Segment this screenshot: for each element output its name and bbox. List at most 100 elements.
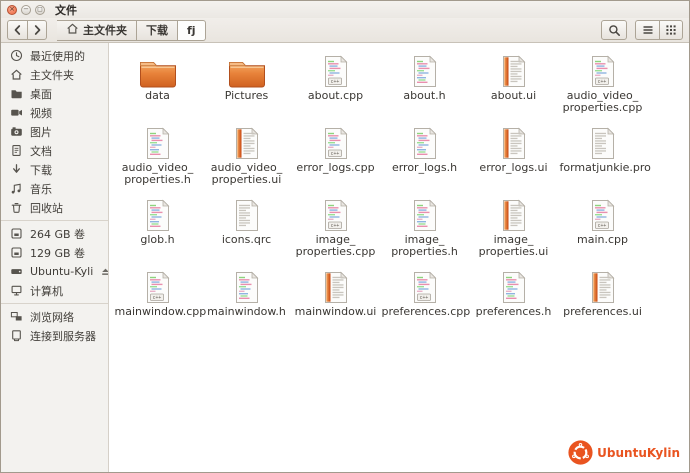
ui-icon (501, 120, 527, 160)
back-button[interactable] (7, 20, 27, 40)
volume-icon (10, 246, 23, 259)
sidebar-item-label: 129 GB 卷 (30, 245, 85, 261)
file-item[interactable]: audio_​video_​properties.ui (202, 120, 291, 186)
file-name: preferences.h (476, 306, 552, 318)
server-icon (10, 329, 23, 342)
navigation-buttons (7, 20, 47, 40)
sidebar-item[interactable]: 视频 (1, 103, 108, 122)
view-toggle-group (635, 20, 683, 40)
desktop-folder-icon (10, 87, 23, 100)
home-icon (10, 68, 23, 81)
ubuntu-circle-of-friends-icon (568, 440, 593, 465)
file-name: audio_​video_​properties.ui (204, 162, 290, 186)
toolbar: 主文件夹 下载 fj (1, 18, 689, 43)
file-item[interactable]: mainwindow.ui (291, 264, 380, 318)
file-item[interactable]: glob.h (113, 192, 202, 258)
file-item[interactable]: preferences.ui (558, 264, 647, 318)
ui-icon (501, 192, 527, 232)
file-item[interactable]: Pictures (202, 48, 291, 114)
file-item[interactable]: audio_​video_​properties.h (113, 120, 202, 186)
close-window-button[interactable]: × (7, 5, 17, 15)
file-name: glob.h (140, 234, 174, 246)
forward-button[interactable] (27, 20, 47, 40)
file-item[interactable]: mainwindow.h (202, 264, 291, 318)
breadcrumb-button[interactable]: 主文件夹 (57, 20, 137, 41)
sidebar-item[interactable]: 浏览网络 (1, 307, 108, 326)
sidebar-item[interactable]: 129 GB 卷 (1, 243, 108, 262)
file-item[interactable]: preferences.h (469, 264, 558, 318)
sidebar-item[interactable]: 文档 (1, 141, 108, 160)
search-button[interactable] (601, 20, 627, 40)
file-name: data (145, 90, 170, 102)
sidebar-item[interactable]: 连接到服务器 (1, 326, 108, 345)
network-icon (10, 310, 23, 323)
file-item[interactable]: icons.qrc (202, 192, 291, 258)
file-item[interactable]: c++ preferences.cpp (380, 264, 469, 318)
eject-icon[interactable] (100, 266, 109, 277)
file-item[interactable]: data (113, 48, 202, 114)
file-item[interactable]: image_​properties.ui (469, 192, 558, 258)
breadcrumb-button[interactable]: 下载 (137, 20, 178, 41)
h-icon (145, 192, 171, 232)
file-item[interactable]: formatjunkie.pro (558, 120, 647, 186)
file-name: preferences.ui (563, 306, 642, 318)
breadcrumb: 主文件夹 下载 fj (57, 20, 206, 41)
brand-text: UbuntuKylin (597, 446, 680, 460)
sidebar-item[interactable]: Ubuntu-Kyli (1, 262, 108, 281)
sidebar-item[interactable]: 下载 (1, 160, 108, 179)
cpp-icon: c++ (323, 192, 349, 232)
file-item[interactable]: c++ image_​properties.cpp (291, 192, 380, 258)
plain-icon (234, 192, 260, 232)
sidebar-item-label: 浏览网络 (30, 309, 74, 325)
sidebar-item[interactable]: 计算机 (1, 281, 108, 300)
file-name: image_​properties.h (382, 234, 468, 258)
svg-text:c++: c++ (419, 296, 428, 301)
grid-view-button[interactable] (659, 20, 683, 40)
h-icon (234, 264, 260, 304)
magnifier-icon (608, 24, 621, 37)
sidebar-item[interactable]: 图片 (1, 122, 108, 141)
sidebar-item-label: 连接到服务器 (30, 328, 96, 344)
file-item[interactable]: c++ audio_​video_​properties.cpp (558, 48, 647, 114)
file-item[interactable]: error_​logs.h (380, 120, 469, 186)
file-item[interactable]: about.ui (469, 48, 558, 114)
h-icon (412, 192, 438, 232)
file-item[interactable]: about.h (380, 48, 469, 114)
maximize-window-button[interactable]: ◻ (35, 5, 45, 15)
file-name: image_​properties.ui (471, 234, 557, 258)
sidebar-item[interactable]: 264 GB 卷 (1, 224, 108, 243)
file-item[interactable]: c++ about.cpp (291, 48, 380, 114)
sidebar-item[interactable]: 桌面 (1, 84, 108, 103)
sidebar-item[interactable]: 最近使用的 (1, 46, 108, 65)
file-name: formatjunkie.pro (560, 162, 646, 174)
sidebar-item[interactable]: 回收站 (1, 198, 108, 217)
file-name: audio_​video_​properties.h (115, 162, 201, 186)
file-item[interactable]: c++ error_​logs.cpp (291, 120, 380, 186)
minimize-window-button[interactable]: − (21, 5, 31, 15)
h-icon (412, 48, 438, 88)
breadcrumb-button[interactable]: fj (178, 20, 206, 41)
sidebar-item[interactable]: 音乐 (1, 179, 108, 198)
ui-icon (501, 48, 527, 88)
file-name: preferences.cpp (382, 306, 468, 318)
cpp-icon: c++ (323, 120, 349, 160)
file-item[interactable]: c++ main.cpp (558, 192, 647, 258)
sidebar-item-label: 最近使用的 (30, 48, 85, 64)
file-item[interactable]: c++ mainwindow.cpp (113, 264, 202, 318)
file-name: main.cpp (577, 234, 628, 246)
sidebar-item[interactable]: 主文件夹 (1, 65, 108, 84)
sidebar-item-label: 下载 (30, 162, 52, 178)
sidebar-item-label: 主文件夹 (30, 67, 74, 83)
photo-camera-icon (10, 125, 23, 138)
menubar: × − ◻ 文件 (1, 1, 689, 18)
file-item[interactable]: error_​logs.ui (469, 120, 558, 186)
svg-text:c++: c++ (330, 152, 339, 157)
file-item[interactable]: image_​properties.h (380, 192, 469, 258)
sidebar-separator (1, 220, 108, 221)
file-name: mainwindow.h (207, 306, 286, 318)
file-name: error_​logs.h (392, 162, 457, 174)
folder-icon (138, 48, 178, 88)
plain-icon (590, 120, 616, 160)
file-name: icons.qrc (222, 234, 271, 246)
list-view-button[interactable] (635, 20, 659, 40)
